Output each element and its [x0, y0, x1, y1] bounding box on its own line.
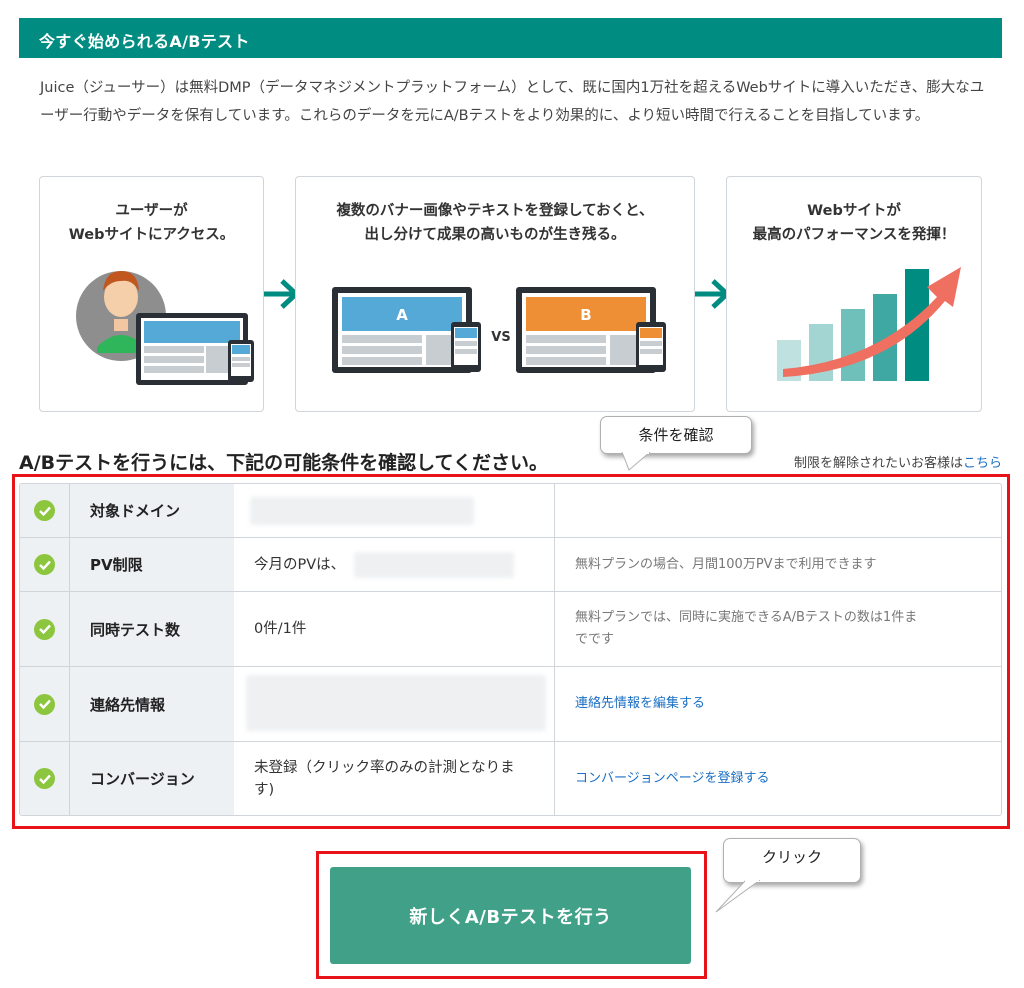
condition-label: 対象ドメイン: [70, 484, 234, 537]
variant-b-label: B: [580, 306, 591, 324]
vs-label: VS: [491, 330, 510, 345]
section-header: 今すぐ始められるA/Bテスト: [19, 18, 1002, 58]
register-conversion-link[interactable]: コンバージョンページを登録する: [555, 742, 1001, 815]
section-header-title: 今すぐ始められるA/Bテスト: [39, 32, 250, 51]
step-card-performance: Webサイトが 最高のパフォーマンスを発揮！: [726, 176, 982, 412]
check-icon: [34, 500, 55, 521]
condition-note: [555, 484, 1001, 537]
limit-note-text: 制限を解除されたいお客様は: [793, 456, 963, 471]
condition-value: 今月のPVは、: [234, 538, 555, 591]
redacted-domain: [250, 497, 474, 525]
ab-comparison-illustration: A VS B: [332, 287, 666, 373]
condition-label: コンバージョン: [70, 742, 234, 815]
condition-row-domain: 対象ドメイン: [20, 484, 1001, 537]
conditions-heading: A/Bテストを行うには、下記の可能条件を確認してください。: [19, 452, 548, 474]
condition-row-contact: 連絡先情報 連絡先情報を編集する: [20, 666, 1001, 741]
condition-value: 0件/1件: [234, 592, 555, 666]
condition-label: 同時テスト数: [70, 592, 234, 666]
condition-note: 無料プランでは、同時に実施できるA/Bテストの数は1件までです: [575, 610, 918, 647]
condition-row-conversion: コンバージョン 未登録（クリック率のみの計測となります) コンバージョンページを…: [20, 741, 1001, 815]
condition-value: [234, 484, 555, 537]
confirm-callout: 条件を確認: [600, 416, 752, 454]
intro-text: Juice（ジューサー）は無料DMP（データマネジメントプラットフォーム）として…: [40, 80, 985, 124]
condition-row-pv: PV制限 今月のPVは、 無料プランの場合、月間100万PVまで利用できます: [20, 537, 1001, 591]
check-icon: [34, 693, 55, 715]
conditions-table: 対象ドメイン PV制限 今月のPVは、 無料プランの場合、月間100万PVまで利…: [19, 483, 1002, 816]
redacted-pv: [354, 552, 514, 578]
step-card-ab-variants: 複数のバナー画像やテキストを登録しておくと、 出し分けて成果の高いものが生き残る。…: [295, 176, 695, 412]
redacted-contact: [246, 675, 546, 731]
condition-note: 無料プランの場合、月間100万PVまで利用できます: [575, 556, 877, 572]
check-icon: [34, 768, 55, 789]
check-icon: [34, 554, 55, 575]
variant-a-label: A: [396, 306, 408, 324]
condition-row-tests: 同時テスト数 0件/1件 無料プランでは、同時に実施できるA/Bテストの数は1件…: [20, 591, 1001, 666]
condition-label: PV制限: [70, 538, 234, 591]
click-callout: クリック: [723, 838, 861, 883]
edit-contact-link[interactable]: 連絡先情報を編集する: [555, 667, 1001, 741]
growth-chart-illustration: [777, 267, 961, 381]
step-card-user-access: ユーザーが Webサイトにアクセス。: [39, 176, 264, 412]
check-icon: [34, 618, 55, 640]
condition-value: 未登録（クリック率のみの計測となります): [234, 742, 555, 815]
callout-tail-icon: [715, 880, 761, 913]
limit-release-link[interactable]: こちら: [963, 456, 1002, 471]
limit-note: 制限を解除されたいお客様はこちら: [794, 452, 1002, 471]
user-device-illustration: [76, 271, 254, 385]
new-ab-test-button[interactable]: 新しくA/Bテストを行う: [330, 867, 691, 964]
condition-value: [234, 667, 555, 741]
callout-tail-icon: [621, 452, 651, 471]
condition-label: 連絡先情報: [70, 667, 234, 741]
